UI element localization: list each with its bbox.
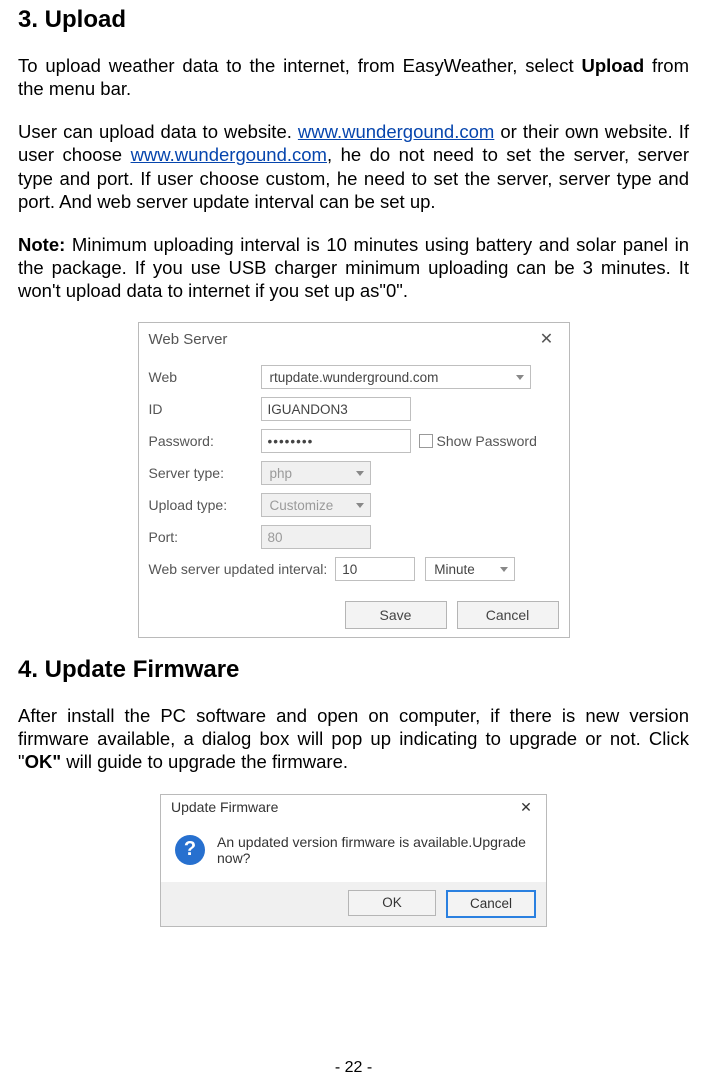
cancel-button[interactable]: Cancel [457,601,559,629]
id-input[interactable]: IGUANDON3 [261,397,411,421]
close-icon[interactable]: ✕ [533,329,561,349]
note-label: Note: [18,234,65,255]
text: Minimum uploading interval is 10 minutes… [18,234,689,301]
password-label: Password: [149,433,261,449]
upload-type-select: Customize [261,493,371,517]
update-firmware-dialog: Update Firmware ✕ ? An updated version f… [160,794,547,927]
cancel-button[interactable]: Cancel [446,890,536,918]
web-select[interactable]: rtupdate.wunderground.com [261,365,531,389]
link-wunderground-1[interactable]: www.wundergound.com [298,121,494,142]
upload-type-value: Customize [270,498,334,513]
update-message: An updated version firmware is available… [217,834,534,866]
upload-type-label: Upload type: [149,497,261,513]
show-password-label: Show Password [437,433,537,449]
web-value: rtupdate.wunderground.com [270,370,439,385]
text: User can upload data to website. [18,121,298,142]
id-label: ID [149,401,261,417]
server-type-select: php [261,461,371,485]
bold-ok: OK" [25,751,62,772]
server-type-value: php [270,466,293,481]
show-password-checkbox[interactable] [419,434,433,448]
question-icon: ? [175,835,205,865]
link-wunderground-2[interactable]: www.wundergound.com [131,144,327,165]
chevron-down-icon [516,375,524,380]
chevron-down-icon [356,471,364,476]
close-icon[interactable]: ✕ [512,799,540,816]
text: will guide to upgrade the firmware. [61,751,348,772]
page-number: - 22 - [0,1059,707,1077]
port-label: Port: [149,529,261,545]
password-input[interactable]: •••••••• [261,429,411,453]
interval-unit-select[interactable]: Minute [425,557,515,581]
update-firmware-paragraph: After install the PC software and open o… [18,704,689,773]
upload-note-paragraph: Note: Minimum uploading interval is 10 m… [18,233,689,302]
upload-paragraph-2: User can upload data to website. www.wun… [18,120,689,213]
server-type-label: Server type: [149,465,261,481]
dialog-title: Web Server [149,331,228,348]
bold-upload: Upload [581,55,644,76]
dialog-titlebar: Web Server ✕ [139,323,569,353]
dialog-titlebar: Update Firmware ✕ [161,795,546,820]
text: To upload weather data to the internet, … [18,55,581,76]
interval-unit-value: Minute [434,562,475,577]
chevron-down-icon [500,567,508,572]
port-input: 80 [261,525,371,549]
section-update-firmware-heading: 4. Update Firmware [18,656,689,684]
interval-input[interactable]: 10 [335,557,415,581]
chevron-down-icon [356,503,364,508]
section-upload-heading: 3. Upload [18,6,689,34]
dialog-title: Update Firmware [171,799,278,815]
web-label: Web [149,369,261,385]
upload-paragraph-1: To upload weather data to the internet, … [18,54,689,100]
save-button[interactable]: Save [345,601,447,629]
web-server-dialog: Web Server ✕ Web rtupdate.wunderground.c… [138,322,570,638]
ok-button[interactable]: OK [348,890,436,916]
interval-label: Web server updated interval: [149,561,328,577]
